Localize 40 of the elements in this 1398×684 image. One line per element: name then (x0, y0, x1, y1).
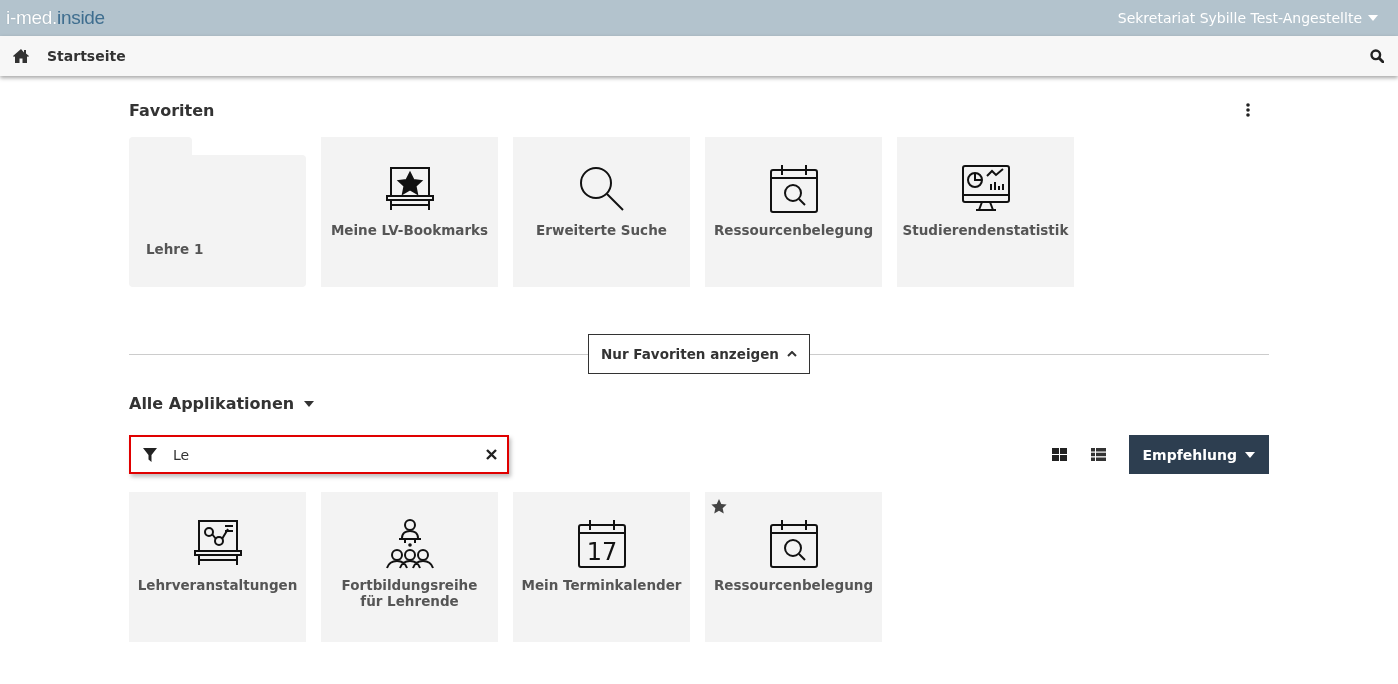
app-tile[interactable]: Meine LV-Bookmarks (321, 137, 498, 287)
app-tile[interactable]: 17 Mein Terminkalender (513, 492, 690, 642)
caret-icon (1368, 15, 1378, 21)
more-options-icon[interactable] (1246, 103, 1250, 117)
monitor-chart-icon (960, 164, 1011, 214)
close-icon[interactable] (486, 449, 497, 460)
caret-icon (786, 351, 797, 357)
tile-label: Lehre 1 (146, 241, 204, 257)
app-tile[interactable]: Studierendenstatistik (897, 137, 1074, 287)
filter-field[interactable]: Le (129, 435, 509, 474)
folder-tile[interactable]: Lehre 1 (129, 155, 306, 287)
grid-view-button[interactable] (1051, 448, 1067, 461)
audience-icon (384, 519, 435, 569)
app-tile[interactable]: Lehrveranstaltungen (129, 492, 306, 642)
app-tile[interactable]: Fortbildungsreihe für Lehrende (321, 492, 498, 642)
home-icon[interactable] (13, 49, 29, 63)
tile-label: Ressourcenbelegung (712, 222, 875, 238)
app-tile[interactable]: Ressourcenbelegung (705, 492, 882, 642)
tile-label: Erweiterte Suche (535, 222, 668, 238)
filter-input[interactable]: Le (171, 445, 472, 464)
tile-label: Ressourcenbelegung (712, 577, 875, 593)
show-favorites-button[interactable]: Nur Favoriten anzeigen (588, 334, 810, 374)
search-icon[interactable] (1370, 49, 1384, 63)
app-tile[interactable]: Erweiterte Suche (513, 137, 690, 287)
tile-label: Mein Terminkalender (520, 577, 683, 593)
tile-label: Fortbildungsreihe für Lehrende (340, 577, 479, 609)
list-view-button[interactable] (1090, 448, 1106, 461)
caret-icon (1245, 451, 1255, 458)
tile-label: Lehrveranstaltungen (136, 577, 299, 593)
star-icon[interactable] (711, 499, 727, 514)
app-tile[interactable]: Ressourcenbelegung (705, 137, 882, 287)
caret-icon (304, 400, 315, 407)
calendar-search-icon (768, 519, 819, 569)
section-dropdown[interactable]: Alle Applikationen (129, 394, 315, 413)
filter-icon (143, 447, 157, 462)
calendar-search-icon (768, 164, 819, 214)
section-title: Favoriten (129, 100, 215, 120)
tile-label: Studierendenstatistik (901, 222, 1070, 238)
tile-label: Meine LV-Bookmarks (329, 222, 490, 238)
sort-dropdown-button[interactable]: Empfehlung (1128, 435, 1269, 474)
